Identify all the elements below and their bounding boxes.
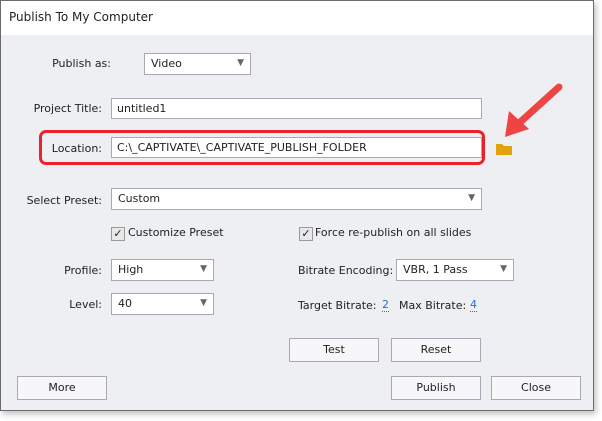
test-button[interactable]: Test	[289, 338, 379, 362]
preset-value: Custom	[118, 192, 161, 205]
preset-select[interactable]: Custom ▼	[111, 188, 482, 210]
location-label: Location:	[51, 142, 102, 155]
chevron-down-icon: ▼	[237, 58, 244, 68]
project-title-label: Project Title:	[33, 102, 102, 115]
profile-select[interactable]: High ▼	[111, 259, 214, 281]
dialog-title: Publish To My Computer	[9, 10, 153, 24]
target-bitrate-label: Target Bitrate:	[298, 299, 377, 312]
bitrate-encoding-label: Bitrate Encoding:	[298, 264, 394, 277]
publish-button[interactable]: Publish	[391, 376, 481, 400]
force-republish-label: Force re-publish on all slides	[315, 226, 472, 239]
chevron-down-icon: ▼	[468, 193, 475, 203]
arrow-annotation-icon	[505, 83, 563, 137]
customize-preset-label: Customize Preset	[128, 226, 224, 239]
project-title-input[interactable]: untitled1	[111, 98, 482, 119]
profile-label: Profile:	[64, 264, 102, 277]
publish-as-value: Video	[151, 57, 182, 70]
profile-value: High	[118, 263, 144, 276]
level-label: Level:	[69, 298, 102, 311]
publish-as-select[interactable]: Video ▼	[144, 53, 251, 75]
publish-as-label: Publish as:	[52, 57, 111, 70]
customize-preset-checkbox[interactable]: ✓	[111, 227, 125, 241]
max-bitrate-label: Max Bitrate:	[399, 299, 467, 312]
bitrate-encoding-select[interactable]: VBR, 1 Pass ▼	[396, 259, 514, 281]
chevron-down-icon: ▼	[200, 264, 207, 274]
more-button[interactable]: More	[17, 376, 107, 400]
level-select[interactable]: 40 ▼	[111, 293, 214, 315]
publish-dialog: Publish To My Computer Publish as: Video…	[0, 0, 594, 411]
target-bitrate-value[interactable]: 2	[382, 299, 389, 312]
location-input[interactable]: C:\_CAPTIVATE\_CAPTIVATE_PUBLISH_FOLDER	[111, 137, 482, 158]
bitrate-encoding-value: VBR, 1 Pass	[403, 263, 468, 276]
chevron-down-icon: ▼	[200, 298, 207, 308]
select-preset-label: Select Preset:	[26, 194, 102, 207]
folder-icon[interactable]	[495, 142, 513, 156]
reset-button[interactable]: Reset	[391, 338, 481, 362]
chevron-down-icon: ▼	[500, 264, 507, 274]
level-value: 40	[118, 297, 132, 310]
force-republish-checkbox[interactable]: ✓	[299, 227, 313, 241]
max-bitrate-value[interactable]: 4	[470, 299, 477, 312]
close-button[interactable]: Close	[491, 376, 581, 400]
title-bar: Publish To My Computer	[1, 1, 593, 35]
